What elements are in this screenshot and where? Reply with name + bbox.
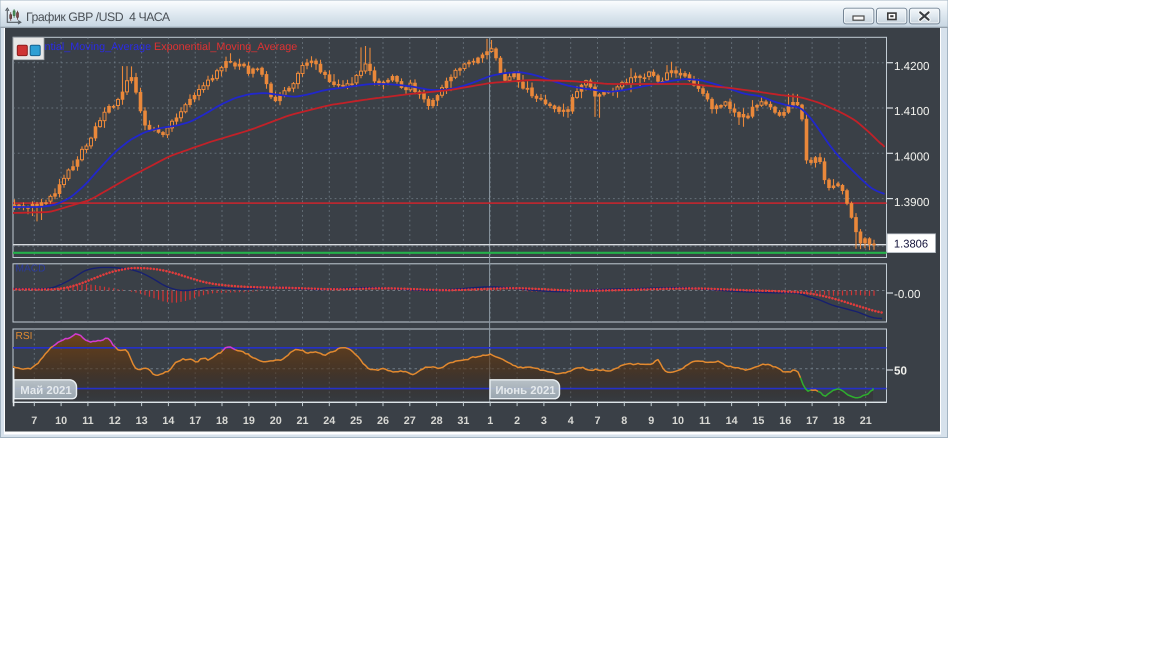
svg-text:1.4100: 1.4100 [894,105,929,118]
svg-text:1.4200: 1.4200 [894,60,929,73]
svg-text:11: 11 [699,415,710,427]
svg-text:Май 2021: Май 2021 [20,385,72,397]
svg-text:2: 2 [514,415,520,427]
svg-text:1.3900: 1.3900 [894,196,929,209]
svg-text:21: 21 [296,415,308,427]
svg-text:21: 21 [860,415,872,427]
svg-text:19: 19 [243,415,255,427]
svg-text:18: 18 [833,415,845,427]
svg-text:9: 9 [648,415,654,427]
svg-text:50: 50 [894,365,907,378]
svg-text:10: 10 [55,415,67,427]
svg-text:26: 26 [377,415,389,427]
svg-text:-0.00: -0.00 [894,288,920,301]
svg-text:28: 28 [431,415,443,427]
svg-text:27: 27 [404,415,416,427]
svg-text:8: 8 [621,415,627,427]
svg-text:ntial_Moving_Average: ntial_Moving_Average [45,41,152,53]
svg-text:16: 16 [779,415,791,427]
svg-text:4: 4 [568,415,574,427]
svg-text:11: 11 [82,415,93,427]
svg-text:7: 7 [594,415,600,427]
svg-text:15: 15 [752,415,764,427]
svg-text:1: 1 [487,415,493,427]
svg-text:1.4000: 1.4000 [894,151,929,164]
svg-text:13: 13 [136,415,148,427]
svg-text:14: 14 [726,415,738,427]
svg-text:Exponential_Moving_Average: Exponential_Moving_Average [154,41,297,53]
svg-text:14: 14 [162,415,174,427]
svg-text:7: 7 [31,415,37,427]
svg-text:RSI: RSI [16,331,33,342]
svg-text:График GBP /USD 4 ЧАСА: График GBP /USD 4 ЧАСА [26,10,171,24]
svg-text:24: 24 [323,415,335,427]
svg-text:12: 12 [109,415,121,427]
svg-text:3: 3 [541,415,547,427]
svg-text:17: 17 [189,415,201,427]
svg-text:MACD: MACD [16,264,46,275]
svg-text:31: 31 [457,415,469,427]
svg-text:18: 18 [216,415,228,427]
svg-text:Июнь 2021: Июнь 2021 [495,385,556,397]
svg-text:25: 25 [350,415,362,427]
svg-text:17: 17 [806,415,818,427]
svg-text:20: 20 [270,415,282,427]
svg-text:1.3806: 1.3806 [894,239,928,251]
svg-text:10: 10 [672,415,684,427]
